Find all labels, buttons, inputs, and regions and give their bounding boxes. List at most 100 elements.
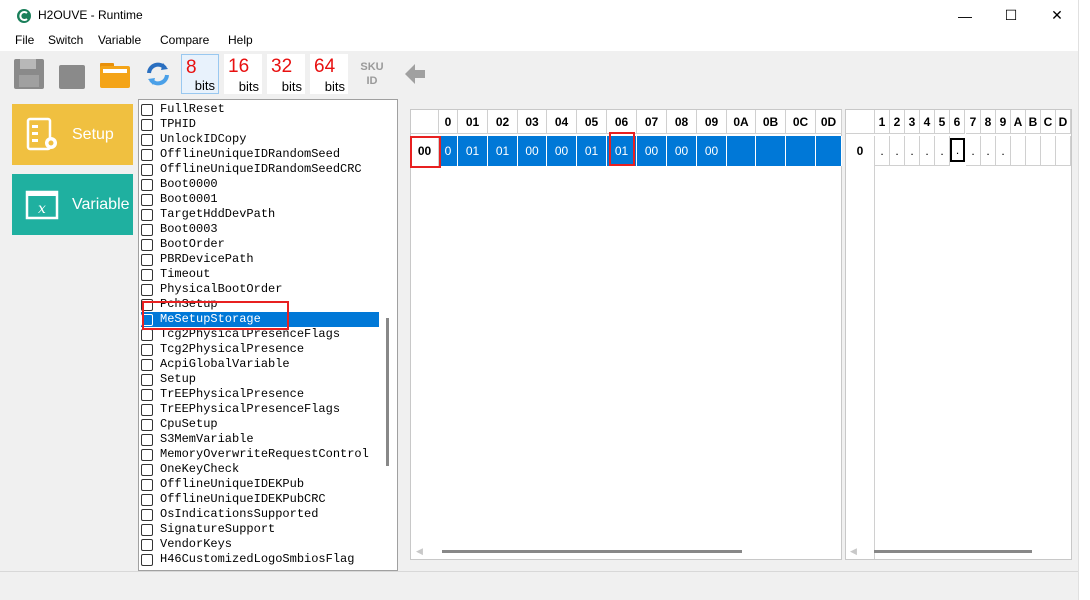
variable-item[interactable]: MemoryOverwriteRequestControl: [141, 447, 381, 462]
variable-checkbox[interactable]: [141, 463, 153, 476]
variable-button[interactable]: x Variable: [12, 174, 133, 235]
hex-byte-cell[interactable]: 00: [637, 136, 667, 166]
variable-item[interactable]: Tcg2PhysicalPresence: [141, 342, 381, 357]
variable-checkbox[interactable]: [141, 253, 153, 266]
variable-list[interactable]: FullReset TPHID UnlockIDCopy OfflineUniqueI…: [138, 99, 398, 571]
ascii-char-cell[interactable]: [1041, 136, 1056, 166]
variable-checkbox[interactable]: [141, 163, 153, 176]
menu-variable[interactable]: Variable: [98, 33, 141, 47]
ascii-horizontal-scrollbar[interactable]: [874, 550, 1032, 553]
variable-checkbox[interactable]: [141, 268, 153, 281]
menu-help[interactable]: Help: [228, 33, 253, 47]
ascii-char-cell[interactable]: .: [890, 136, 905, 166]
variable-item[interactable]: TrEEPhysicalPresence: [141, 387, 381, 402]
variable-item[interactable]: OneKeyCheck: [141, 462, 381, 477]
variable-item[interactable]: TargetHddDevPath: [141, 207, 381, 222]
variable-checkbox[interactable]: [141, 403, 153, 416]
variable-item[interactable]: Setup: [141, 372, 381, 387]
ascii-char-cell[interactable]: .: [905, 136, 920, 166]
hex-byte-cell[interactable]: 01: [577, 136, 607, 166]
variable-checkbox[interactable]: [141, 373, 153, 386]
variable-item[interactable]: SignatureSupport: [141, 522, 381, 537]
variable-list-scrollbar[interactable]: [386, 318, 389, 466]
variable-checkbox[interactable]: [141, 148, 153, 161]
hex-byte-cell[interactable]: 01: [607, 136, 637, 166]
variable-checkbox[interactable]: [141, 193, 153, 206]
variable-item[interactable]: Boot0003: [141, 222, 381, 237]
hex-byte-cell[interactable]: 0: [439, 136, 458, 166]
variable-item[interactable]: OfflineUniqueIDRandomSeedCRC: [141, 162, 381, 177]
variable-item[interactable]: PhysicalBootOrder: [141, 282, 381, 297]
disk-button[interactable]: [53, 54, 91, 94]
variable-checkbox[interactable]: [141, 388, 153, 401]
variable-checkbox[interactable]: [141, 493, 153, 506]
ascii-char-cell[interactable]: .: [920, 136, 935, 166]
hex-scroll-left-arrow[interactable]: ◀: [416, 546, 423, 557]
hex-horizontal-scrollbar[interactable]: [442, 550, 742, 553]
variable-item[interactable]: Timeout: [141, 267, 381, 282]
bits-8-button[interactable]: 8 bits: [181, 54, 219, 94]
ascii-char-cell[interactable]: .: [966, 136, 981, 166]
refresh-button[interactable]: [139, 54, 177, 94]
hex-byte-cell[interactable]: 01: [458, 136, 488, 166]
variable-checkbox[interactable]: [141, 538, 153, 551]
variable-checkbox[interactable]: [141, 208, 153, 221]
variable-checkbox[interactable]: [141, 508, 153, 521]
variable-item[interactable]: Boot0001: [141, 192, 381, 207]
variable-item[interactable]: OfflineUniqueIDRandomSeed: [141, 147, 381, 162]
variable-item[interactable]: UnlockIDCopy: [141, 132, 381, 147]
variable-item[interactable]: Tcg2PhysicalPresenceFlags: [141, 327, 381, 342]
menu-file[interactable]: File: [15, 33, 34, 47]
hex-byte-cell[interactable]: [756, 136, 786, 166]
variable-checkbox[interactable]: [141, 103, 153, 116]
hex-byte-cell[interactable]: 00: [518, 136, 547, 166]
variable-item[interactable]: S3MemVariable: [141, 432, 381, 447]
variable-item[interactable]: OsIndicationsSupported: [141, 507, 381, 522]
ascii-char-cell[interactable]: .: [981, 136, 996, 166]
variable-checkbox[interactable]: [141, 178, 153, 191]
variable-checkbox[interactable]: [141, 133, 153, 146]
variable-item[interactable]: OfflineUniqueIDEKPub: [141, 477, 381, 492]
variable-item[interactable]: MeSetupStorage: [141, 312, 379, 327]
back-button[interactable]: [396, 54, 434, 94]
sku-id-button[interactable]: SKU ID: [353, 54, 391, 94]
ascii-char-cell[interactable]: .: [875, 136, 890, 166]
variable-checkbox[interactable]: [141, 418, 153, 431]
ascii-char-cell[interactable]: .: [935, 136, 950, 166]
variable-item[interactable]: FullReset: [141, 102, 381, 117]
hex-byte-cell[interactable]: [816, 136, 842, 166]
hex-byte-cell[interactable]: 00: [667, 136, 697, 166]
variable-item[interactable]: PBRDevicePath: [141, 252, 381, 267]
menu-compare[interactable]: Compare: [160, 33, 209, 47]
variable-item[interactable]: VendorKeys: [141, 537, 381, 552]
variable-item[interactable]: H46CustomizedLogoSmbiosFlag: [141, 552, 381, 567]
close-button[interactable]: ✕: [1034, 0, 1080, 31]
variable-checkbox[interactable]: [141, 358, 153, 371]
variable-item[interactable]: TrEEPhysicalPresenceFlags: [141, 402, 381, 417]
setup-button[interactable]: Setup: [12, 104, 133, 165]
hex-byte-cell[interactable]: 01: [488, 136, 518, 166]
variable-checkbox[interactable]: [141, 298, 153, 311]
variable-item[interactable]: PchSetup: [141, 297, 381, 312]
variable-checkbox[interactable]: [141, 523, 153, 536]
variable-checkbox[interactable]: [141, 433, 153, 446]
hex-byte-cell[interactable]: [727, 136, 756, 166]
variable-item[interactable]: AcpiGlobalVariable: [141, 357, 381, 372]
minimize-button[interactable]: —: [942, 0, 988, 31]
bits-16-button[interactable]: 16 bits: [224, 54, 262, 94]
variable-checkbox[interactable]: [141, 328, 153, 341]
hex-byte-cell[interactable]: 00: [697, 136, 727, 166]
ascii-char-cell[interactable]: [1011, 136, 1026, 166]
bits-32-button[interactable]: 32 bits: [267, 54, 305, 94]
ascii-char-cell[interactable]: [1056, 136, 1071, 166]
variable-checkbox[interactable]: [141, 118, 153, 131]
ascii-char-cell[interactable]: .: [996, 136, 1011, 166]
variable-checkbox[interactable]: [141, 343, 153, 356]
variable-item[interactable]: CpuSetup: [141, 417, 381, 432]
ascii-char-cell[interactable]: .: [950, 138, 965, 162]
variable-item[interactable]: OfflineUniqueIDEKPubCRC: [141, 492, 381, 507]
hex-byte-cell[interactable]: [786, 136, 816, 166]
menu-switch[interactable]: Switch: [48, 33, 83, 47]
variable-checkbox[interactable]: [141, 238, 153, 251]
hex-byte-cell[interactable]: 00: [547, 136, 577, 166]
